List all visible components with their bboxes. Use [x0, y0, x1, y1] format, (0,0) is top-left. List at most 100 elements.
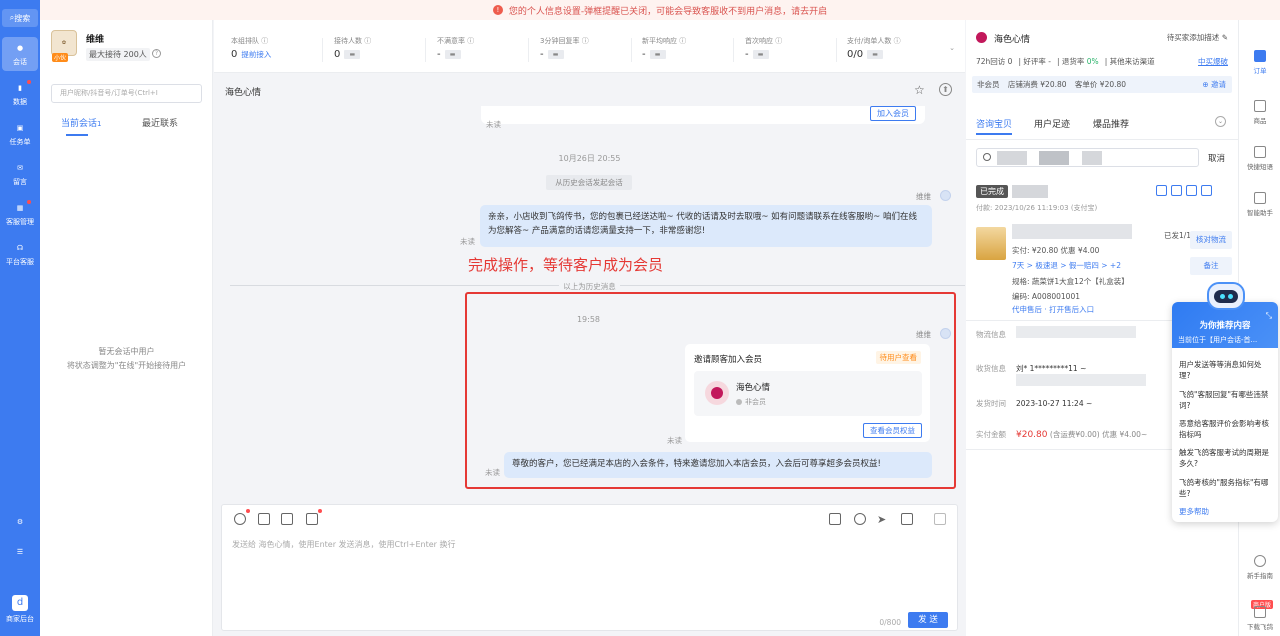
- unread-label: 未读: [460, 237, 475, 246]
- stat-dissatisfaction: 不满意率 ⓘ - ▬: [437, 37, 475, 60]
- star-icon[interactable]: ☆: [914, 83, 928, 97]
- document-icon[interactable]: [1201, 185, 1212, 196]
- sender-name: 维维: [916, 330, 931, 339]
- expand-chevron-icon[interactable]: ⌄: [949, 44, 955, 52]
- notification-dot: [318, 509, 322, 513]
- tab-user-footprint[interactable]: 用户足迹: [1034, 117, 1070, 130]
- session-search-input[interactable]: 用户昵称/抖音号/订单号(Ctrl+I: [51, 84, 202, 103]
- stats-bar: 本组排队 ⓘ 0 提前接入 接待人数 ⓘ 0 ▬ 不满意率 ⓘ - ▬ 3分钟回复率 …: [214, 20, 965, 73]
- remark-button[interactable]: 备注: [1190, 257, 1232, 275]
- timestamp: 10月26日 20:55: [558, 154, 621, 163]
- assistant-question[interactable]: 用户发送等等消息如何处理?: [1179, 359, 1272, 381]
- chart-mini-icon: ▬: [344, 50, 361, 59]
- product-code: 编码: A008001001: [1012, 292, 1080, 301]
- shop-badge: 小伙: [52, 53, 69, 62]
- rail-item-guide[interactable]: 新手指南: [1239, 555, 1280, 580]
- person-icon[interactable]: ⬆: [939, 83, 952, 96]
- chat-icon[interactable]: [1186, 185, 1197, 196]
- nav-item-manage[interactable]: ▦ 客服管理: [0, 197, 40, 231]
- timestamp: 19:58: [576, 315, 601, 324]
- chart-mini-icon: ▬: [752, 50, 769, 59]
- tab-indicator: [66, 134, 88, 136]
- rail-item-smart-assistant[interactable]: 智能助手: [1239, 192, 1280, 217]
- notification-dot: [246, 509, 250, 513]
- left-navigation: ⌕ 搜索 ● 会话 ▮ 数据 ▣ 任务单 ✉ 留言 ▦ 客服管理 ☊ 平台客服 …: [0, 0, 40, 636]
- rail-item-products[interactable]: 商品: [1239, 100, 1280, 125]
- product-price: 实付: ¥20.80 优惠 ¥4.00: [1012, 246, 1100, 255]
- customer-remark[interactable]: 待买家添加描述 ✎: [1167, 32, 1228, 43]
- merchant-logo-icon: d: [12, 594, 28, 611]
- image-icon[interactable]: [258, 513, 270, 525]
- assistant-popup[interactable]: ⤡ 为你推荐内容 当前位于【用户会话-首... 用户发送等等消息如何处理? 飞鸽…: [1172, 302, 1278, 522]
- product-tags[interactable]: 7天 > 极速退 > 假一赔四 > +2: [1012, 260, 1121, 271]
- more-help-link[interactable]: 更多帮助: [1179, 506, 1209, 517]
- note-icon[interactable]: [1156, 185, 1167, 196]
- notice-text: 您的个人信息设置-弹框提醒已关闭，可能会导致客服收不到用户消息，请去开启: [508, 6, 828, 17]
- search-button[interactable]: ⌕ 搜索: [2, 9, 38, 27]
- rail-item-orders[interactable]: 订单: [1239, 50, 1280, 75]
- coupon-icon[interactable]: [901, 513, 913, 525]
- assistant-question[interactable]: 触发飞鸽客服考试的周期是多久?: [1179, 447, 1272, 469]
- chart-mini-icon: ▬: [867, 50, 884, 59]
- tab-current-session[interactable]: 当前会话1: [61, 116, 101, 129]
- video-icon[interactable]: [281, 513, 293, 525]
- search-icon: [983, 153, 991, 161]
- send-icon: [1254, 146, 1266, 158]
- system-message: 从历史会话发起会话: [546, 175, 632, 190]
- send-arrow-icon[interactable]: ➤: [877, 513, 889, 526]
- message-input[interactable]: 发送给 海色心情，使用Enter 发送消息，使用Ctrl+Enter 换行: [232, 539, 456, 550]
- settings-icon-button[interactable]: ☰: [0, 536, 40, 570]
- notification-dot: [27, 200, 31, 204]
- customer-chips: 非会员 店铺消费 ¥20.80 客单价 ¥20.80 ⊕ 邀请: [972, 76, 1232, 93]
- robot-icon[interactable]: [854, 513, 866, 525]
- help-icon[interactable]: ?: [152, 49, 161, 58]
- sender-name: 维维: [916, 192, 931, 201]
- tab-recent-contacts[interactable]: 最近联系: [142, 116, 178, 129]
- tab-hot-products[interactable]: 爆品推荐: [1093, 117, 1129, 130]
- message-bubble: 尊敬的客户，您已经满足本店的入会条件，特来邀请您加入本店会员，入会后可尊享超多会…: [504, 452, 932, 478]
- rail-item-download[interactable]: 下载飞鸽: [1239, 606, 1280, 631]
- emoji-icon[interactable]: [234, 513, 246, 525]
- chat-messages[interactable]: 加入会员 未读 10月26日 20:55 从历史会话发起会话 维维 亲亲，小店收…: [214, 106, 965, 504]
- copy-icon[interactable]: [1171, 185, 1182, 196]
- invite-title: 邀请顾客加入会员: [694, 355, 763, 365]
- message-input-area[interactable]: ➤ 发送给 海色心情，使用Enter 发送消息，使用Ctrl+Enter 换行 …: [221, 504, 958, 631]
- minimize-icon[interactable]: [934, 513, 946, 525]
- join-member-button[interactable]: 加入会员: [870, 106, 916, 121]
- history-label: 以上为历史消息: [214, 281, 965, 292]
- video-call-icon[interactable]: [829, 513, 841, 525]
- chart-mini-icon: ▬: [649, 50, 666, 59]
- aftersale-links[interactable]: 代申售后 · 打开售后入口: [1012, 304, 1094, 315]
- view-benefits-button[interactable]: 查看会员权益: [863, 423, 922, 438]
- nav-item-chat[interactable]: ● 会话: [0, 37, 40, 71]
- product-image: [976, 227, 1006, 260]
- order-actions: [1156, 185, 1212, 196]
- rail-item-quick-phrases[interactable]: 快捷短语: [1239, 146, 1280, 171]
- layers-icon[interactable]: [306, 513, 318, 525]
- nav-item-platform[interactable]: ☊ 平台客服: [0, 237, 40, 271]
- merchant-backend[interactable]: d 商家后台: [0, 592, 40, 626]
- assistant-question[interactable]: 飞鸽考核的"服务指标"有哪些?: [1179, 477, 1272, 499]
- robot-mascot-icon[interactable]: [1205, 278, 1247, 314]
- nav-item-task[interactable]: ▣ 任务单: [0, 117, 40, 151]
- customer-avatar: [705, 381, 729, 405]
- tab-consult-product[interactable]: 咨询宝贝: [976, 117, 1012, 130]
- check-logistics-button[interactable]: 核对物流: [1190, 231, 1232, 249]
- stat-reception: 接待人数 ⓘ 0 ▬: [334, 37, 372, 60]
- assistant-question[interactable]: 飞鸽"客服回复"有哪些违禁词?: [1179, 389, 1272, 411]
- customer-name: 海色心情: [994, 35, 1031, 45]
- notice-bar[interactable]: ! 您的个人信息设置-弹框提醒已关闭，可能会导致客服收不到用户消息，请去开启: [40, 0, 1280, 20]
- cancel-button[interactable]: 取消: [1208, 152, 1225, 164]
- assistant-question[interactable]: 恶意给客服评价会影响考核指标吗: [1179, 418, 1272, 440]
- product-search-input[interactable]: [976, 148, 1199, 167]
- send-button[interactable]: 发 送: [908, 612, 948, 628]
- nav-item-data[interactable]: ▮ 数据: [0, 77, 40, 111]
- customer-link[interactable]: 中买爆破: [1198, 56, 1228, 67]
- bug-icon-button[interactable]: ⚙: [0, 506, 40, 540]
- early-access-link[interactable]: 提前接入: [241, 49, 271, 60]
- chevron-down-icon[interactable]: ⌄: [1215, 116, 1226, 127]
- annotation-text: 完成操作，等待客户成为会员: [468, 256, 664, 274]
- nav-item-message[interactable]: ✉ 留言: [0, 157, 40, 191]
- invite-link[interactable]: ⊕ 邀请: [1202, 76, 1226, 93]
- assistant-subtitle: 当前位于【用户会话-首...: [1178, 336, 1258, 344]
